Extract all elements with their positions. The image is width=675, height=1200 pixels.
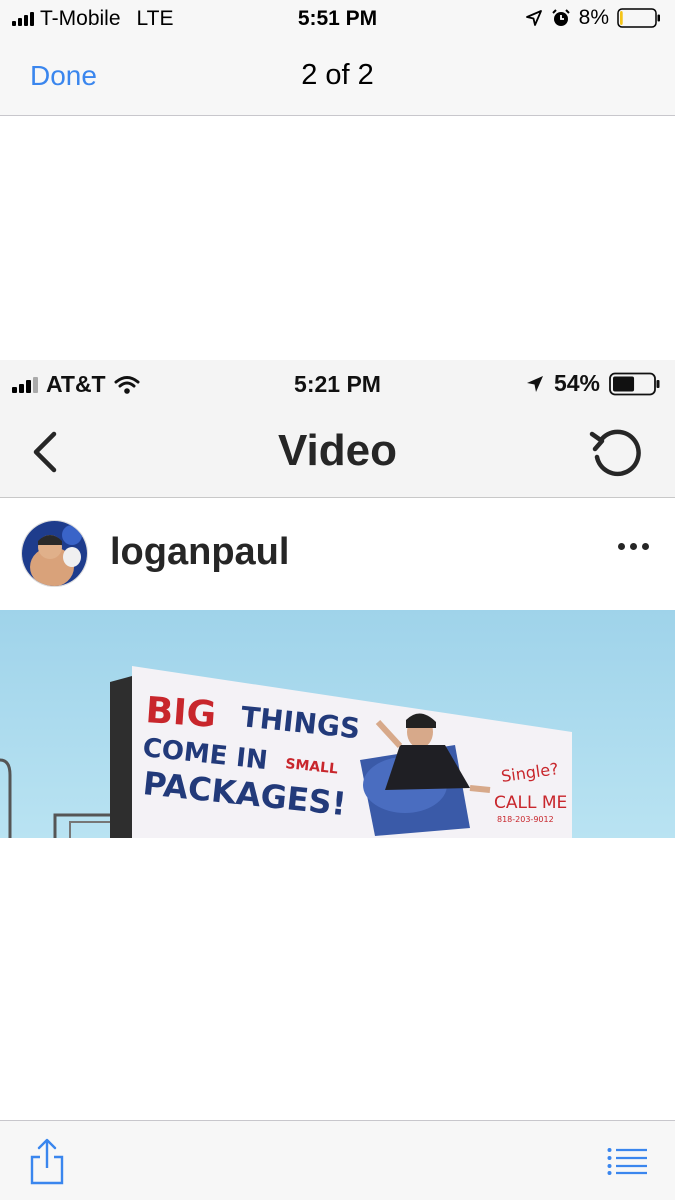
embedded-screenshot: AT&T 5:21 PM 54% Video loganpaul BIG THI… bbox=[0, 360, 675, 838]
status-right: 8% bbox=[525, 6, 661, 30]
post-header: loganpaul bbox=[0, 499, 675, 610]
embedded-status-right: 54% bbox=[525, 370, 661, 397]
embedded-status-bar: AT&T 5:21 PM 54% bbox=[0, 360, 675, 406]
embedded-page-title: Video bbox=[277, 426, 397, 475]
replay-icon[interactable] bbox=[587, 424, 645, 482]
battery-icon bbox=[609, 372, 660, 395]
battery-icon bbox=[617, 8, 660, 28]
avatar[interactable] bbox=[21, 520, 88, 587]
video-frame[interactable]: BIG THINGS COME IN SMALL PACKAGES! Singl… bbox=[0, 610, 675, 838]
share-icon[interactable] bbox=[28, 1137, 66, 1187]
viewer-nav-bar: Done 2 of 2 bbox=[0, 38, 675, 116]
status-bar: T-Mobile LTE 5:51 PM 8% bbox=[0, 0, 675, 38]
list-icon[interactable] bbox=[607, 1147, 647, 1175]
post-username[interactable]: loganpaul bbox=[110, 531, 289, 574]
location-arrow-icon bbox=[525, 10, 542, 26]
billboard-big-text: BIG bbox=[144, 690, 217, 736]
alarm-clock-icon bbox=[551, 9, 570, 26]
bottom-toolbar bbox=[0, 1120, 675, 1200]
billboard-phone-text: 818-203-9012 bbox=[497, 815, 554, 824]
more-dots-icon[interactable] bbox=[618, 543, 649, 550]
battery-percent: 8% bbox=[578, 6, 609, 29]
billboard-image: BIG THINGS COME IN SMALL PACKAGES! Singl… bbox=[0, 610, 675, 838]
embedded-nav-bar: Video bbox=[0, 406, 675, 498]
page-counter-title: 2 of 2 bbox=[301, 59, 374, 91]
billboard-call-me-text: CALL ME bbox=[494, 793, 567, 813]
embedded-battery-percent: 54% bbox=[553, 370, 600, 396]
location-arrow-icon bbox=[526, 375, 543, 392]
